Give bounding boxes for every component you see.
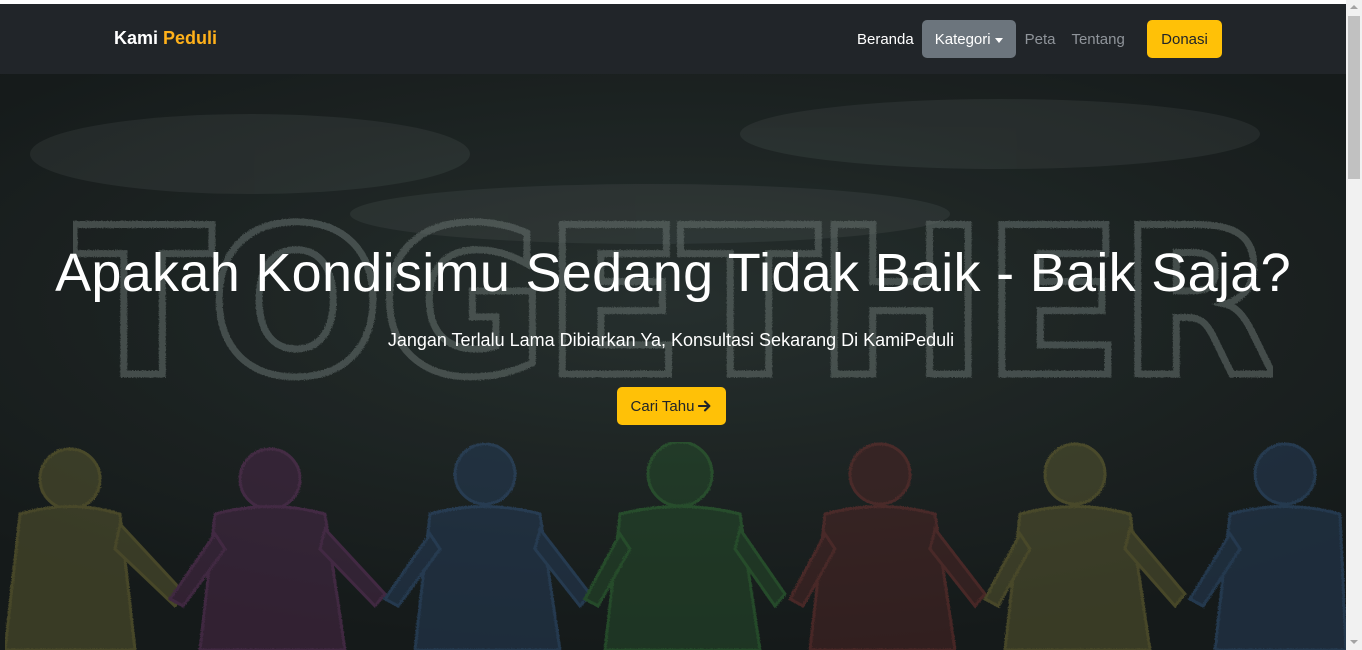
nav-link-beranda[interactable]: Beranda [849, 31, 922, 48]
nav-link-tentang[interactable]: Tentang [1063, 31, 1132, 48]
donate-button[interactable]: Donasi [1147, 20, 1222, 58]
caret-down-icon [994, 37, 1003, 43]
hero-section: TOGETHER Apakah Kondisimu Sedang Tidak B… [0, 74, 1346, 650]
brand-name-part1: Kami [114, 28, 159, 48]
scroll-up-icon[interactable] [1350, 5, 1358, 9]
cari-tahu-button[interactable]: Cari Tahu [617, 387, 726, 425]
page-scrollbar[interactable] [1346, 0, 1362, 650]
hero-subtitle: Jangan Terlalu Lama Dibiarkan Ya, Konsul… [387, 330, 955, 350]
nav-dropdown-label: Kategori [934, 30, 991, 48]
hero-title: Apakah Kondisimu Sedang Tidak Baik - Bai… [55, 243, 1291, 303]
cta-label: Cari Tahu [630, 397, 695, 415]
brand-name-part2: Peduli [163, 28, 218, 48]
navbar: Kami Peduli Beranda Kategori Peta Tentan… [0, 4, 1346, 74]
nav-links: Beranda Kategori Peta Tentang [849, 19, 1133, 59]
scroll-down-icon[interactable] [1350, 640, 1358, 644]
nav-link-peta[interactable]: Peta [1017, 31, 1064, 48]
brand-logo[interactable]: Kami Peduli [114, 28, 217, 49]
nav-dropdown-kategori[interactable]: Kategori [921, 20, 1016, 58]
hero-background-image: TOGETHER [0, 74, 1346, 650]
scrollbar-thumb[interactable] [1348, 16, 1360, 179]
arrow-right-icon [698, 400, 711, 412]
